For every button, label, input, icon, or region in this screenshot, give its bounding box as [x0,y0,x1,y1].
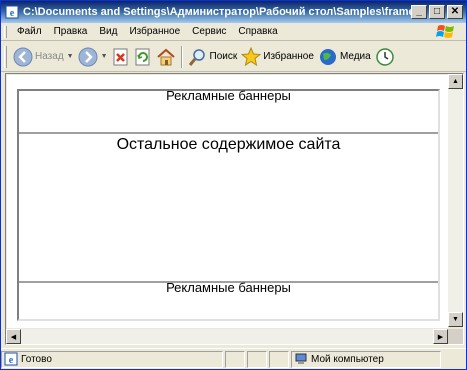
menu-view[interactable]: Вид [93,26,123,37]
close-icon: ✕ [450,6,460,17]
top-frame: Рекламные баннеры [19,88,438,134]
search-button[interactable]: Поиск [188,45,238,69]
security-zone-text: Мой компьютер [311,353,384,365]
svg-text:e: e [9,355,14,366]
forward-arrow-icon [78,47,98,66]
history-button[interactable] [375,45,395,69]
scroll-down-button[interactable]: ▼ [448,312,463,327]
menu-bar: Файл Правка Вид Избранное Сервис Справка [1,23,466,41]
status-text: Готово [21,353,52,365]
media-label: Медиа [339,51,371,62]
maximize-icon: □ [433,6,441,17]
stop-button[interactable] [112,45,130,69]
scroll-right-icon: ▶ [437,333,444,341]
menu-favorites[interactable]: Избранное [123,26,186,37]
scroll-up-button[interactable]: ▲ [448,74,463,89]
back-button[interactable]: Назад ▼ [13,45,74,69]
top-banner-text: Рекламные баннеры [166,88,291,103]
page-done-icon: e [4,352,18,366]
minimize-button[interactable]: _ [411,5,427,19]
menu-tools[interactable]: Сервис [186,26,232,37]
toolbar: Назад ▼ ▼ Поиск Избранное Медиа [1,42,466,72]
scroll-right-button[interactable]: ▶ [433,329,448,344]
toolbar-grip[interactable] [4,45,7,68]
home-icon [156,48,175,65]
menu-grip[interactable] [4,25,7,38]
windows-logo-icon [428,23,464,41]
minimize-icon: _ [416,6,422,17]
main-content-text: Остальное содержимое сайта [116,136,341,153]
status-pane-4 [269,350,289,368]
page-viewport: Рекламные баннеры Остальное содержимое с… [7,75,448,328]
frameset: Рекламные баннеры Остальное содержимое с… [17,88,440,321]
close-button[interactable]: ✕ [447,5,463,19]
refresh-button[interactable] [134,45,152,69]
horizontal-scrollbar[interactable]: ◀ ▶ [6,329,448,344]
forward-dropdown-icon[interactable]: ▼ [101,53,108,60]
search-icon [188,48,205,66]
favorites-button[interactable]: Избранное [241,45,314,69]
bottom-banner-text: Рекламные баннеры [166,280,291,295]
status-pane-2 [225,350,245,368]
search-label: Поиск [209,51,238,62]
vertical-scrollbar[interactable]: ▲ ▼ [448,74,463,327]
home-button[interactable] [156,45,176,69]
media-icon [319,48,336,65]
status-bar: e Готово Мой компьютер [1,348,466,369]
my-computer-icon [295,353,307,364]
history-icon [375,47,394,66]
main-frame: Остальное содержимое сайта [19,136,438,281]
stop-icon [113,48,128,65]
browser-window: e C:\Documents and Settings\Администрато… [0,0,467,370]
forward-button[interactable]: ▼ [78,45,108,69]
svg-text:e: e [10,8,15,19]
favorites-label: Избранное [263,51,314,62]
back-dropdown-icon[interactable]: ▼ [67,53,74,60]
back-label: Назад [35,51,64,62]
status-pane-main: e Готово [1,350,223,368]
scroll-up-icon: ▲ [452,78,459,85]
star-icon [241,46,262,66]
window-title: C:\Documents and Settings\Администратор\… [23,6,411,18]
menu-edit[interactable]: Правка [48,26,94,37]
title-bar[interactable]: e C:\Documents and Settings\Администрато… [1,1,466,23]
scroll-left-button[interactable]: ◀ [6,329,21,344]
menu-help[interactable]: Справка [232,26,283,37]
toolbar-separator [180,45,183,68]
scroll-left-icon: ◀ [10,333,17,341]
scroll-down-icon: ▼ [452,316,459,323]
ie-page-icon: e [5,5,19,19]
content-area: Рекламные баннеры Остальное содержимое с… [5,73,464,345]
refresh-icon [135,48,150,65]
status-pane-zone: Мой компьютер [291,350,441,368]
maximize-button[interactable]: □ [429,5,445,19]
scrollbar-corner [448,329,463,344]
menu-file[interactable]: Файл [11,26,48,37]
back-arrow-icon [13,47,33,66]
media-button[interactable]: Медиа [318,45,371,69]
status-pane-3 [247,350,267,368]
bottom-frame: Рекламные баннеры [19,280,438,319]
